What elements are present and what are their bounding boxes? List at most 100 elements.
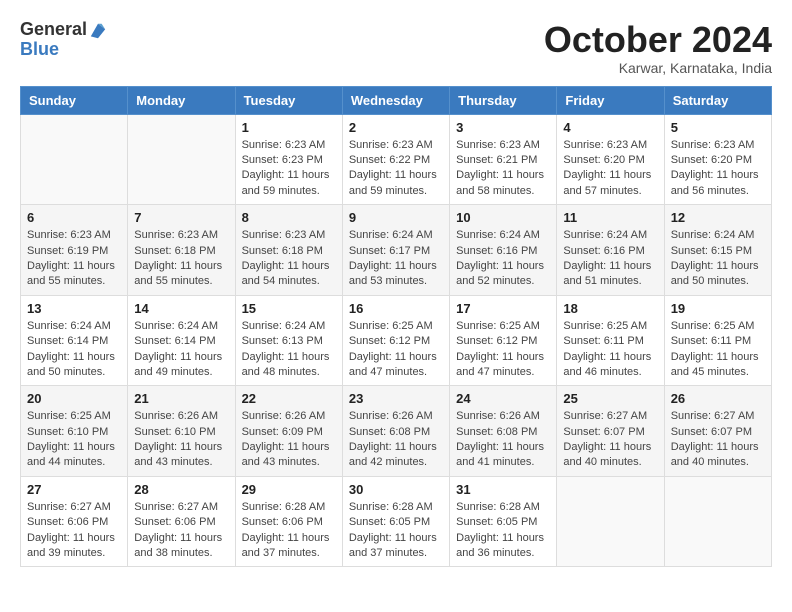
- day-number: 27: [27, 482, 121, 497]
- calendar-cell: 14 Sunrise: 6:24 AM Sunset: 6:14 PM Dayli…: [128, 295, 235, 386]
- day-number: 29: [242, 482, 336, 497]
- calendar-week-row: 1 Sunrise: 6:23 AM Sunset: 6:23 PM Daylig…: [21, 114, 772, 205]
- column-header-saturday: Saturday: [664, 86, 771, 114]
- day-number: 4: [563, 120, 657, 135]
- calendar-cell: 19 Sunrise: 6:25 AM Sunset: 6:11 PM Dayli…: [664, 295, 771, 386]
- calendar-cell: 23Sunrise: 6:26 AM Sunset: 6:08 PM Dayli…: [342, 386, 449, 477]
- day-info: Sunrise: 6:26 AM Sunset: 6:09 PM Dayligh…: [242, 409, 336, 471]
- day-info: Sunrise: 6:25 AM Sunset: 6:12 PM Dayligh…: [349, 319, 443, 381]
- page-header: General Blue October 2024 Karwar, Karnat…: [20, 20, 772, 76]
- month-title: October 2024: [544, 20, 772, 60]
- location-text: Karwar, Karnataka, India: [544, 60, 772, 76]
- column-header-sunday: Sunday: [21, 86, 128, 114]
- day-number: 10: [456, 210, 550, 225]
- day-info: Sunrise: 6:24 AM Sunset: 6:16 PM Dayligh…: [456, 228, 550, 290]
- day-number: 5: [671, 120, 765, 135]
- day-info: Sunrise: 6:28 AM Sunset: 6:06 PM Dayligh…: [242, 500, 336, 562]
- calendar-cell: [128, 114, 235, 205]
- calendar-cell: 8Sunrise: 6:23 AM Sunset: 6:18 PM Daylig…: [235, 205, 342, 296]
- logo-icon: [89, 22, 107, 40]
- calendar-cell: 11Sunrise: 6:24 AM Sunset: 6:16 PM Dayli…: [557, 205, 664, 296]
- day-info: Sunrise: 6:25 AM Sunset: 6:11 PM Dayligh…: [671, 319, 765, 381]
- calendar-cell: 25Sunrise: 6:27 AM Sunset: 6:07 PM Dayli…: [557, 386, 664, 477]
- logo-general-text: General: [20, 20, 87, 40]
- day-info: Sunrise: 6:24 AM Sunset: 6:17 PM Dayligh…: [349, 228, 443, 290]
- calendar-week-row: 20 Sunrise: 6:25 AM Sunset: 6:10 PM Dayli…: [21, 386, 772, 477]
- calendar-cell: 31 Sunrise: 6:28 AM Sunset: 6:05 PM Dayli…: [450, 476, 557, 567]
- calendar-cell: 9Sunrise: 6:24 AM Sunset: 6:17 PM Daylig…: [342, 205, 449, 296]
- column-header-wednesday: Wednesday: [342, 86, 449, 114]
- day-number: 14: [134, 301, 228, 316]
- calendar-cell: 5 Sunrise: 6:23 AM Sunset: 6:20 PM Daylig…: [664, 114, 771, 205]
- calendar-cell: 13 Sunrise: 6:24 AM Sunset: 6:14 PM Dayli…: [21, 295, 128, 386]
- day-info: Sunrise: 6:27 AM Sunset: 6:07 PM Dayligh…: [671, 409, 765, 471]
- day-number: 11: [563, 210, 657, 225]
- calendar-cell: 22 Sunrise: 6:26 AM Sunset: 6:09 PM Dayli…: [235, 386, 342, 477]
- calendar-cell: 2 Sunrise: 6:23 AM Sunset: 6:22 PM Daylig…: [342, 114, 449, 205]
- calendar-cell: 29 Sunrise: 6:28 AM Sunset: 6:06 PM Dayli…: [235, 476, 342, 567]
- day-info: Sunrise: 6:27 AM Sunset: 6:06 PM Dayligh…: [27, 500, 121, 562]
- calendar-cell: [21, 114, 128, 205]
- day-info: Sunrise: 6:24 AM Sunset: 6:14 PM Dayligh…: [134, 319, 228, 381]
- day-number: 7: [134, 210, 228, 225]
- calendar-week-row: 13 Sunrise: 6:24 AM Sunset: 6:14 PM Dayli…: [21, 295, 772, 386]
- calendar-cell: 6Sunrise: 6:23 AM Sunset: 6:19 PM Daylig…: [21, 205, 128, 296]
- title-section: October 2024 Karwar, Karnataka, India: [544, 20, 772, 76]
- calendar-cell: 27 Sunrise: 6:27 AM Sunset: 6:06 PM Dayli…: [21, 476, 128, 567]
- calendar-cell: 26Sunrise: 6:27 AM Sunset: 6:07 PM Dayli…: [664, 386, 771, 477]
- day-number: 13: [27, 301, 121, 316]
- day-info: Sunrise: 6:23 AM Sunset: 6:20 PM Dayligh…: [671, 138, 765, 200]
- day-number: 6: [27, 210, 121, 225]
- day-number: 1: [242, 120, 336, 135]
- day-info: Sunrise: 6:24 AM Sunset: 6:14 PM Dayligh…: [27, 319, 121, 381]
- day-number: 3: [456, 120, 550, 135]
- calendar-cell: 1 Sunrise: 6:23 AM Sunset: 6:23 PM Daylig…: [235, 114, 342, 205]
- calendar-week-row: 6Sunrise: 6:23 AM Sunset: 6:19 PM Daylig…: [21, 205, 772, 296]
- calendar-cell: 7 Sunrise: 6:23 AM Sunset: 6:18 PM Daylig…: [128, 205, 235, 296]
- day-number: 18: [563, 301, 657, 316]
- day-info: Sunrise: 6:23 AM Sunset: 6:22 PM Dayligh…: [349, 138, 443, 200]
- day-number: 2: [349, 120, 443, 135]
- column-header-tuesday: Tuesday: [235, 86, 342, 114]
- calendar-cell: 17Sunrise: 6:25 AM Sunset: 6:12 PM Dayli…: [450, 295, 557, 386]
- day-number: 31: [456, 482, 550, 497]
- day-info: Sunrise: 6:23 AM Sunset: 6:18 PM Dayligh…: [134, 228, 228, 290]
- day-info: Sunrise: 6:28 AM Sunset: 6:05 PM Dayligh…: [349, 500, 443, 562]
- logo-blue-text: Blue: [20, 40, 107, 60]
- day-info: Sunrise: 6:25 AM Sunset: 6:11 PM Dayligh…: [563, 319, 657, 381]
- calendar-cell: 24 Sunrise: 6:26 AM Sunset: 6:08 PM Dayli…: [450, 386, 557, 477]
- column-header-thursday: Thursday: [450, 86, 557, 114]
- day-number: 19: [671, 301, 765, 316]
- day-number: 25: [563, 391, 657, 406]
- day-info: Sunrise: 6:25 AM Sunset: 6:12 PM Dayligh…: [456, 319, 550, 381]
- calendar-cell: 21Sunrise: 6:26 AM Sunset: 6:10 PM Dayli…: [128, 386, 235, 477]
- calendar-cell: 20 Sunrise: 6:25 AM Sunset: 6:10 PM Dayli…: [21, 386, 128, 477]
- day-info: Sunrise: 6:28 AM Sunset: 6:05 PM Dayligh…: [456, 500, 550, 562]
- calendar-week-row: 27 Sunrise: 6:27 AM Sunset: 6:06 PM Dayli…: [21, 476, 772, 567]
- calendar-cell: 16 Sunrise: 6:25 AM Sunset: 6:12 PM Dayli…: [342, 295, 449, 386]
- calendar-cell: 28Sunrise: 6:27 AM Sunset: 6:06 PM Dayli…: [128, 476, 235, 567]
- day-number: 12: [671, 210, 765, 225]
- day-number: 21: [134, 391, 228, 406]
- logo: General Blue: [20, 20, 107, 60]
- day-info: Sunrise: 6:25 AM Sunset: 6:10 PM Dayligh…: [27, 409, 121, 471]
- day-number: 24: [456, 391, 550, 406]
- day-info: Sunrise: 6:26 AM Sunset: 6:08 PM Dayligh…: [456, 409, 550, 471]
- calendar-cell: [664, 476, 771, 567]
- day-info: Sunrise: 6:23 AM Sunset: 6:18 PM Dayligh…: [242, 228, 336, 290]
- day-number: 30: [349, 482, 443, 497]
- day-info: Sunrise: 6:26 AM Sunset: 6:08 PM Dayligh…: [349, 409, 443, 471]
- column-header-friday: Friday: [557, 86, 664, 114]
- calendar-cell: 18 Sunrise: 6:25 AM Sunset: 6:11 PM Dayli…: [557, 295, 664, 386]
- calendar-cell: 15Sunrise: 6:24 AM Sunset: 6:13 PM Dayli…: [235, 295, 342, 386]
- day-number: 20: [27, 391, 121, 406]
- column-header-monday: Monday: [128, 86, 235, 114]
- day-number: 22: [242, 391, 336, 406]
- day-number: 28: [134, 482, 228, 497]
- calendar-cell: 30 Sunrise: 6:28 AM Sunset: 6:05 PM Dayli…: [342, 476, 449, 567]
- day-info: Sunrise: 6:23 AM Sunset: 6:23 PM Dayligh…: [242, 138, 336, 200]
- calendar-header-row: SundayMondayTuesdayWednesdayThursdayFrid…: [21, 86, 772, 114]
- calendar-cell: 12Sunrise: 6:24 AM Sunset: 6:15 PM Dayli…: [664, 205, 771, 296]
- day-number: 16: [349, 301, 443, 316]
- day-info: Sunrise: 6:23 AM Sunset: 6:20 PM Dayligh…: [563, 138, 657, 200]
